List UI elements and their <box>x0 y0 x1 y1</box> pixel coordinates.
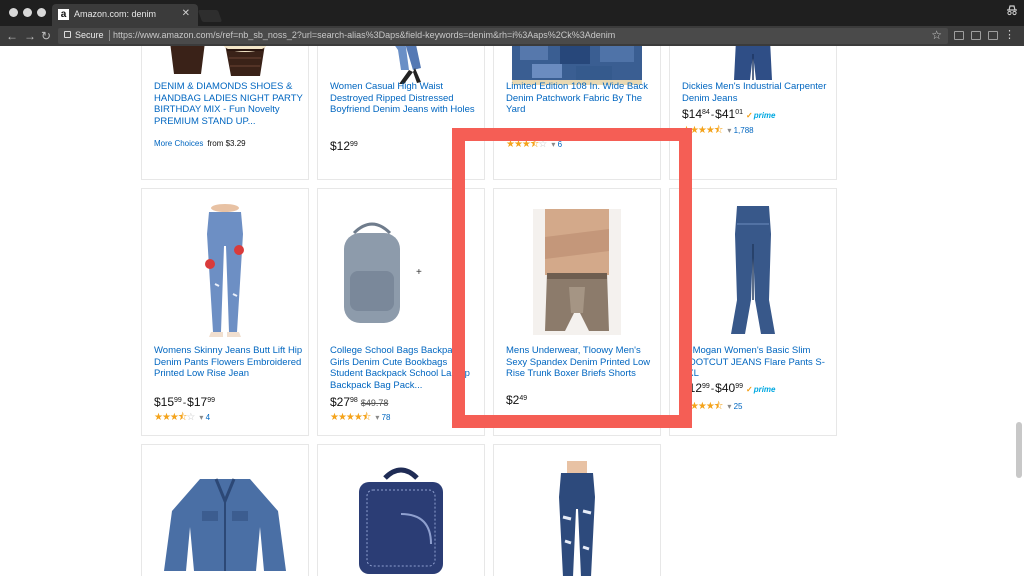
product-card[interactable] <box>493 444 661 576</box>
review-count[interactable]: 78 <box>375 413 390 422</box>
browser-tab[interactable]: a Amazon.com: denim ✕ <box>52 4 198 26</box>
product-title[interactable]: Limited Edition 108 In. Wide Back Denim … <box>506 81 656 116</box>
bookmark-star-icon[interactable]: ☆ <box>931 28 942 42</box>
amazon-favicon-icon: a <box>58 9 69 20</box>
list-price: $49.78 <box>360 398 389 408</box>
browser-tab-bar: a Amazon.com: denim ✕ <box>0 0 1024 26</box>
product-card[interactable]: LeMogan Women's Basic Slim BOOTCUT JEANS… <box>669 188 837 436</box>
page-scrollbar[interactable] <box>1016 422 1022 478</box>
product-image[interactable] <box>318 461 484 576</box>
close-window-button[interactable] <box>9 8 18 17</box>
product-card[interactable] <box>317 444 485 576</box>
browser-toolbar: ← → ↻ Secure https://www.amazon.com/s/re… <box>0 26 1024 46</box>
product-title[interactable]: LeMogan Women's Basic Slim BOOTCUT JEANS… <box>682 345 832 380</box>
url-text[interactable]: https://www.amazon.com/s/ref=nb_sb_noss_… <box>113 30 615 40</box>
product-title[interactable]: Dickies Men's Industrial Carpenter Denim… <box>682 81 832 104</box>
star-rating[interactable]: ★★★★⯪78 <box>330 410 391 427</box>
cast-icon[interactable] <box>954 31 964 40</box>
tab-title: Amazon.com: denim <box>74 9 157 19</box>
highlight-box <box>452 128 692 428</box>
review-count[interactable]: 4 <box>199 413 210 422</box>
more-choices: More Choices from $3.29 <box>154 139 246 148</box>
prime-badge: prime <box>746 385 776 394</box>
star-rating[interactable]: ★★★⯪☆4 <box>154 410 210 427</box>
more-choices-link[interactable]: More Choices <box>154 139 203 148</box>
review-count[interactable]: 25 <box>727 402 742 411</box>
product-card[interactable]: Womens Skinny Jeans Butt Lift Hip Denim … <box>141 188 309 436</box>
product-price: $1484-$4101prime <box>682 107 776 121</box>
product-card[interactable]: DENIM & DIAMONDS SHOES & HANDBAG LADIES … <box>141 46 309 180</box>
product-image[interactable] <box>670 201 836 341</box>
search-results-page: DENIM & DIAMONDS SHOES & HANDBAG LADIES … <box>0 46 1024 576</box>
product-price: $1299-$4099prime <box>682 381 776 395</box>
back-arrow-icon[interactable]: ← <box>6 28 18 44</box>
incognito-icon <box>1006 4 1018 19</box>
star-rating[interactable]: ★★★★⯪1,788 <box>682 123 754 140</box>
product-image[interactable] <box>494 459 660 576</box>
tab-close-icon[interactable]: ✕ <box>182 8 190 19</box>
product-card[interactable]: Dickies Men's Industrial Carpenter Denim… <box>669 46 837 180</box>
product-price: $1599-$1799 <box>154 395 215 409</box>
menu-kebab-icon[interactable]: ⋮ <box>1004 28 1015 41</box>
extension-note-icon[interactable] <box>971 31 981 40</box>
product-title[interactable]: DENIM & DIAMONDS SHOES & HANDBAG LADIES … <box>154 81 304 127</box>
review-count[interactable]: 1,788 <box>727 126 753 135</box>
product-price: $2798 $49.78 <box>330 395 389 409</box>
product-image[interactable] <box>142 469 308 576</box>
maximize-window-button[interactable] <box>37 8 46 17</box>
forward-arrow-icon[interactable]: → <box>24 28 36 44</box>
lock-icon <box>64 31 71 38</box>
url-separator <box>109 30 110 41</box>
reload-icon[interactable]: ↻ <box>41 28 51 44</box>
from-price: from $3.29 <box>207 139 246 148</box>
product-image[interactable] <box>142 201 308 341</box>
prime-badge: prime <box>746 111 776 120</box>
svg-text:+: + <box>416 267 422 278</box>
fullscreen-icon[interactable] <box>988 31 998 40</box>
secure-label: Secure <box>75 30 104 40</box>
product-title[interactable]: Womens Skinny Jeans Butt Lift Hip Denim … <box>154 345 304 380</box>
address-bar[interactable]: Secure https://www.amazon.com/s/ref=nb_s… <box>58 28 948 44</box>
product-title[interactable]: Women Casual High Waist Destroyed Ripped… <box>330 81 480 116</box>
product-price: $1299 <box>330 139 358 153</box>
minimize-window-button[interactable] <box>23 8 32 17</box>
new-tab-button[interactable] <box>197 10 223 22</box>
product-card[interactable] <box>141 444 309 576</box>
